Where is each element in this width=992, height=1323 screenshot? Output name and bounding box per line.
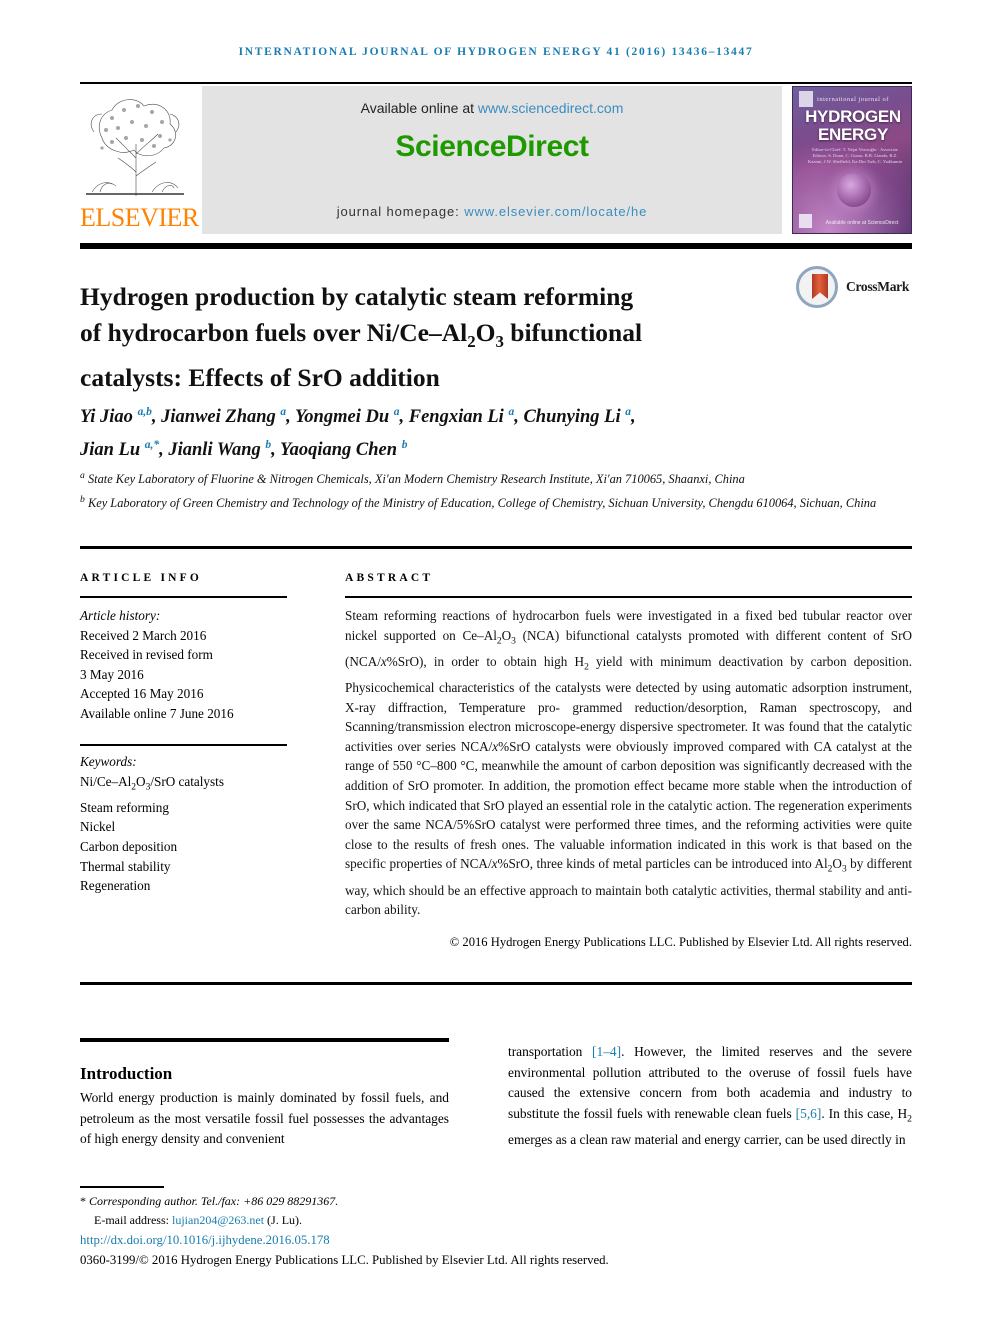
keywords-label: Keywords: [80,754,137,769]
email-link[interactable]: lujian204@263.net [172,1213,264,1227]
doi-link[interactable]: http://dx.doi.org/10.1016/j.ijhydene.201… [80,1233,330,1248]
keyword-item[interactable]: Regeneration [80,876,320,896]
title-sub-2: 2 [467,332,476,352]
author-6-affil[interactable]: a,* [145,439,159,451]
cover-ring-decoration [837,173,871,207]
available-online-prefix: Available online at [360,100,478,116]
author-sep-3: , Fengxian Li [399,407,509,428]
crossmark-badge[interactable]: CrossMark [796,266,910,310]
email-suffix: (J. Lu). [264,1212,303,1227]
citation-ref-1-4[interactable]: [1–4] [592,1044,621,1059]
article-history: Article history: Received 2 March 2016 R… [80,606,310,724]
author-8-affil[interactable]: b [402,439,408,451]
rule-above-masthead [80,82,912,84]
cover-title-line1: HYDROGEN [805,107,901,126]
issn-copyright-line: 0360-3199/© 2016 Hydrogen Energy Publica… [80,1253,609,1267]
author-sep-4: , Chunying Li [514,407,626,428]
crossmark-ribbon-icon [812,274,828,299]
cover-editors: Editor-in-Chief: T. Nejat Veziroğlu · As… [807,147,903,164]
rule-under-abstract-heading [345,596,912,598]
title-line-2b: O [475,318,496,348]
email-label: E-mail address: [94,1212,172,1227]
email-note: E-mail address: lujian204@263.net (J. Lu… [80,1211,580,1230]
abstract-heading: ABSTRACT [345,572,434,584]
title-line-2a: of hydrocarbon fuels over Ni/Ce–Al [80,318,468,348]
article-history-item: Available online 7 June 2016 [80,705,234,721]
article-history-item: 3 May 2016 [80,666,144,682]
journal-homepage-link[interactable]: www.elsevier.com/locate/he [464,204,647,219]
author-1: Yi Jiao [80,407,138,428]
page-title: Hydrogen production by catalytic steam r… [80,279,780,396]
body-column-left: World energy production is mainly domina… [80,1090,449,1146]
section-heading-introduction: Introduction [80,1064,173,1084]
title-line-3: catalysts: Effects of SrO addition [80,363,440,393]
keyword-item[interactable]: Carbon deposition [80,837,320,857]
affiliation-b-text: Key Laboratory of Green Chemistry and Te… [87,495,877,510]
rule-above-keywords [80,744,287,746]
cover-title-line2: ENERGY [818,125,888,144]
journal-article-page: International Journal of Hydrogen Energy… [0,0,992,1323]
sciencedirect-logo[interactable]: ScienceDirect [202,130,782,164]
author-sep-6: , Jianli Wang [159,440,266,461]
abstract-body: Steam reforming reactions of hydrocarbon… [345,608,912,918]
available-online-line: Available online at www.sciencedirect.co… [202,100,782,116]
keyword-item[interactable]: Steam reforming [80,798,320,818]
article-history-label: Article history: [80,608,161,623]
rule-below-masthead [80,243,912,249]
author-sep-5: , [630,407,636,428]
article-info-heading: ARTICLE INFO [80,572,203,584]
keyword-item[interactable]: Thermal stability [80,857,320,877]
author-sep-1: , Jianwei Zhang [151,407,281,428]
author-sep-2: , Yongmei Du [286,407,394,428]
cover-sciencedirect-mark: Available online at ScienceDirect [825,220,899,226]
keyword-item[interactable]: Nickel [80,817,320,837]
article-history-item: Accepted 16 May 2016 [80,686,204,702]
crossmark-icon [796,266,838,308]
keyword-list: Keywords: Ni/Ce–Al2O3/SrO catalysts Stea… [80,752,320,896]
rule-under-article-info-heading [80,596,287,598]
author-6: Jian Lu [80,440,145,461]
title-line-2c: bifunctional [503,318,643,348]
elsevier-tree-icon [82,88,188,200]
journal-cover-thumbnail[interactable]: international journal of HYDROGEN ENERGY… [792,86,912,234]
title-line-1: Hydrogen production by catalytic steam r… [80,282,634,312]
journal-homepage-prefix: journal homepage: [336,204,465,219]
article-history-item: Received 2 March 2016 [80,627,207,643]
affiliation-b-marker: b [80,493,85,505]
affiliation-a-marker: a [80,470,85,481]
body-right-part1: transportation [508,1044,593,1059]
crossmark-label: CrossMark [846,279,910,294]
cover-small-caption: international journal of [817,96,889,103]
rule-below-abstract-block [80,982,912,985]
affiliation-a: a State Key Laboratory of Fluorine & Nit… [80,466,892,490]
cover-bottom-badge-icon [799,214,812,228]
affiliation-list: a State Key Laboratory of Fluorine & Nit… [80,466,892,513]
affiliation-b: b Key Laboratory of Green Chemistry and … [80,490,892,514]
abstract-copyright: © 2016 Hydrogen Energy Publications LLC.… [449,935,912,949]
running-head: International Journal of Hydrogen Energy… [238,46,754,58]
title-sub-3: 3 [495,332,504,352]
elsevier-logo: ELSEVIER [80,86,199,234]
journal-homepage-line: journal homepage: www.elsevier.com/locat… [202,204,782,219]
citation-ref-5-6[interactable]: [5,6] [796,1106,822,1121]
rule-above-footnote [80,1186,164,1188]
article-history-item: Received in revised form [80,647,213,663]
keyword-item[interactable]: Ni/Ce–Al2O3/SrO catalysts [80,772,320,798]
masthead: ELSEVIER Available online at www.science… [80,86,912,234]
sciencedirect-url-link[interactable]: www.sciencedirect.com [478,100,624,116]
footnote-block: * Corresponding author. Tel./fax: +86 02… [80,1192,580,1229]
author-1-affil[interactable]: a,b [138,406,152,418]
author-list: Yi Jiao a,b, Jianwei Zhang a, Yongmei Du… [80,398,910,464]
rule-above-introduction [80,1038,449,1042]
elsevier-wordmark: ELSEVIER [80,203,199,232]
rule-above-abstract-block [80,546,912,549]
corresponding-author-note: * Corresponding author. Tel./fax: +86 02… [80,1192,580,1211]
corresponding-author-text: Corresponding author. Tel./fax: +86 029 … [86,1194,339,1208]
author-sep-7: , Yaoqiang Chen [271,440,402,461]
body-column-right: transportation [1–4]. However, the limit… [508,1044,912,1147]
sciencedirect-banner: Available online at www.sciencedirect.co… [202,86,782,234]
affiliation-a-text: State Key Laboratory of Fluorine & Nitro… [87,472,745,487]
